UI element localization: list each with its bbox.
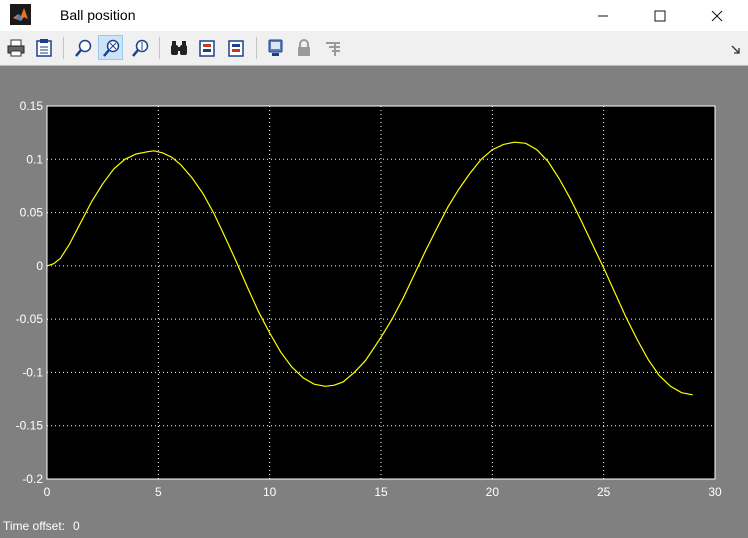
autoscale-button[interactable] — [195, 35, 220, 60]
scope-parameters-icon — [268, 39, 282, 56]
toolbar-separator — [159, 37, 160, 59]
y-tick-label: 0.05 — [20, 206, 44, 220]
toolbar-separator — [256, 37, 257, 59]
x-tick-label: 20 — [486, 485, 500, 499]
toolbar — [0, 31, 748, 66]
print-button[interactable] — [3, 35, 28, 60]
title-bar: Ball position — [0, 0, 748, 31]
x-tick-label: 25 — [597, 485, 611, 499]
x-tick-label: 15 — [374, 485, 388, 499]
window-title: Ball position — [60, 7, 136, 23]
y-tick-label: -0.2 — [22, 472, 43, 486]
autoscale-icon — [198, 39, 215, 57]
save-axes-settings-icon — [227, 39, 244, 57]
time-offset-status: Time offset: 0 — [3, 519, 80, 533]
x-tick-label: 30 — [708, 485, 722, 499]
zoom-x-button[interactable] — [98, 35, 123, 60]
x-tick-label: 0 — [44, 485, 51, 499]
toolbar-separator — [63, 37, 64, 59]
zoom-y-icon — [131, 39, 148, 57]
zoom-in-button[interactable] — [70, 35, 95, 60]
scope-plot[interactable]: 0 5 10 15 20 25 30 0.15 0.1 0.05 0 -0.05 -0.1 -0.15 -… — [0, 67, 748, 538]
lock-axes-button[interactable] — [291, 35, 316, 60]
y-tick-labels: 0.15 0.1 0.05 0 -0.05 -0.1 -0.15 -0.2 — [16, 99, 44, 486]
y-tick-label: 0.15 — [20, 99, 44, 113]
y-tick-label: -0.05 — [16, 312, 44, 326]
zoom-y-button[interactable] — [127, 35, 152, 60]
zoom-in-icon — [74, 39, 91, 57]
x-tick-labels: 0 5 10 15 20 25 30 — [44, 485, 722, 499]
time-offset-label: Time offset: — [3, 519, 66, 533]
y-tick-label: -0.15 — [16, 419, 44, 433]
y-tick-label: 0.1 — [26, 152, 43, 166]
lock-axes-icon — [297, 38, 310, 56]
print-to-figure-button[interactable] — [31, 35, 56, 60]
x-tick-label: 5 — [155, 485, 162, 499]
print-to-figure-icon — [35, 38, 52, 57]
minimize-button[interactable] — [580, 0, 626, 31]
time-offset-value: 0 — [73, 519, 80, 533]
signal-selection-button[interactable] — [320, 35, 345, 60]
signal-selection-icon — [325, 41, 340, 56]
maximize-button[interactable] — [637, 0, 683, 31]
matlab-logo-icon — [10, 4, 31, 25]
y-tick-label: -0.1 — [22, 365, 43, 379]
y-tick-label: 0 — [36, 259, 43, 273]
zoom-x-icon — [102, 39, 119, 57]
save-axes-settings-button[interactable] — [224, 35, 249, 60]
scope-parameters-button[interactable] — [263, 35, 288, 60]
toolbar-overflow-icon[interactable] — [730, 43, 744, 55]
find-button[interactable] — [166, 35, 191, 60]
print-icon — [7, 39, 24, 56]
close-button[interactable] — [694, 0, 740, 31]
x-tick-label: 10 — [263, 485, 277, 499]
find-icon — [170, 40, 187, 55]
